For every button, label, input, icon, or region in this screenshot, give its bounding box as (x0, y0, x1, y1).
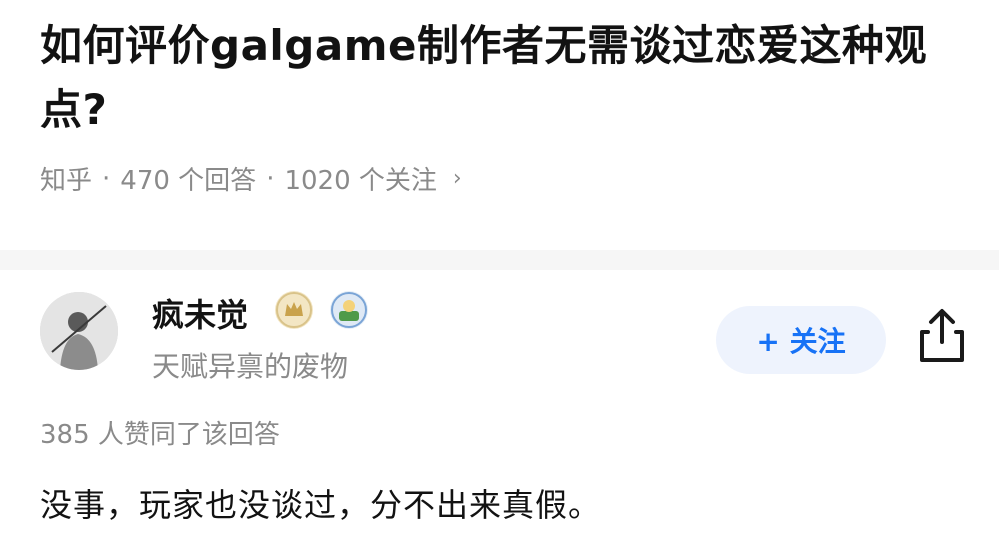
source-label: 知乎 (40, 166, 93, 196)
question-title[interactable]: 如何评价galgame制作者无需谈过恋爱这种观点? (40, 14, 970, 142)
author-bio: 天赋异禀的废物 (152, 350, 349, 383)
share-icon[interactable] (916, 306, 968, 366)
author-name[interactable]: 疯未觉 (152, 290, 248, 336)
pet-badge-icon[interactable] (330, 291, 368, 329)
follower-count: 1020 个关注 (284, 166, 437, 196)
answer-content[interactable]: 没事，玩家也没谈过，分不出来真假。 (40, 480, 601, 526)
question-meta[interactable]: 知乎 · 470 个回答 · 1020 个关注 › (40, 160, 462, 197)
upvote-count: 385 人赞同了该回答 (40, 420, 280, 450)
meta-separator: · (102, 163, 111, 194)
meta-separator: · (266, 163, 275, 194)
crown-badge-icon[interactable] (275, 291, 313, 329)
section-divider (0, 250, 999, 270)
answer-count: 470 个回答 (120, 166, 257, 196)
chevron-right-icon: › (452, 166, 462, 191)
avatar-illustration (40, 292, 118, 370)
follow-button[interactable]: + 关注 (716, 306, 886, 374)
avatar[interactable] (40, 292, 118, 370)
